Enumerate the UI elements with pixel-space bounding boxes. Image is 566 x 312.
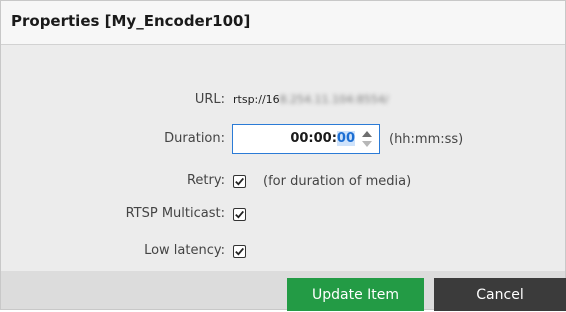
low-latency-label: Low latency: [144,243,225,258]
rtsp-multicast-checkbox[interactable] [233,208,246,221]
spinner-up-icon[interactable] [362,131,372,137]
dialog-title: Properties [My_Encoder100] [11,12,251,30]
duration-format-hint: (hh:mm:ss) [389,132,464,147]
url-label: URL: [194,92,225,107]
checkmark-icon [235,210,244,219]
update-item-button[interactable]: Update Item [287,278,424,311]
url-value: rtsp://168.254.11.104:8554/ [233,93,389,106]
duration-value: 00:00:00 [290,131,355,146]
duration-value-unselected: 00:00: [290,131,337,146]
rtsp-multicast-label: RTSP Multicast: [125,206,225,221]
spinner-down-icon[interactable] [362,141,372,147]
url-value-obscured: 8.254.11.104:8554/ [279,93,389,106]
duration-spinner[interactable] [361,128,373,150]
retry-label: Retry: [186,173,225,188]
checkmark-icon [235,247,244,256]
duration-label: Duration: [164,131,225,146]
retry-checkbox[interactable] [233,175,246,188]
checkmark-icon [235,177,244,186]
cancel-button[interactable]: Cancel [434,278,566,311]
retry-hint: (for duration of media) [263,174,412,189]
duration-input[interactable]: 00:00:00 [232,124,380,154]
low-latency-checkbox[interactable] [233,245,246,258]
dialog-titlebar: Properties [My_Encoder100] [1,1,565,45]
duration-value-selected: 00 [336,131,355,146]
url-value-prefix: rtsp://16 [233,93,280,106]
properties-dialog: Properties [My_Encoder100] URL: rtsp://1… [0,0,566,311]
